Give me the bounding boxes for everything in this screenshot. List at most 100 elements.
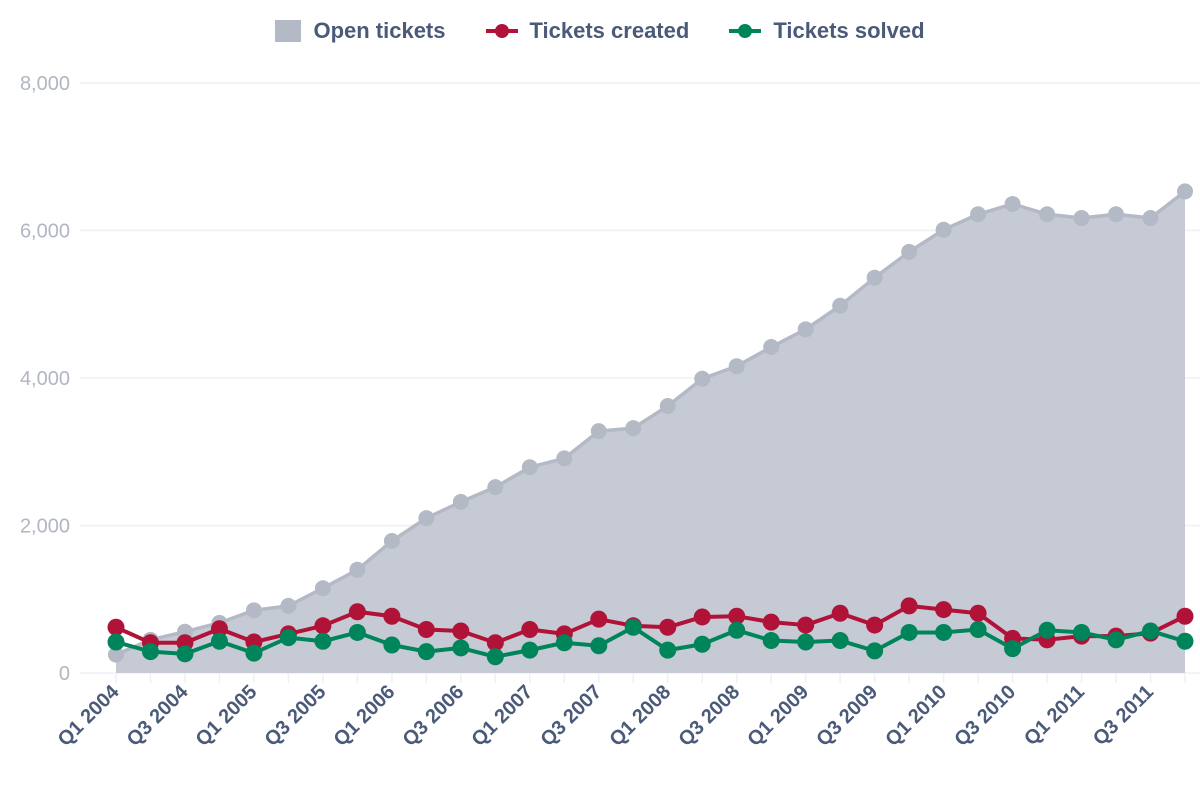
tickets-created-point: [107, 618, 125, 636]
open-tickets-point: [314, 580, 331, 597]
open-tickets-point: [659, 398, 676, 415]
x-tick-label: Q3 2005: [261, 681, 331, 751]
tickets-created-point: [314, 617, 332, 635]
x-tick-label: Q3 2008: [674, 681, 744, 751]
tickets-solved-point: [1176, 632, 1194, 650]
tickets-created-point: [935, 601, 953, 619]
tickets-created-point: [866, 616, 884, 634]
tickets-solved-point: [176, 645, 194, 663]
y-tick-label: 6,000: [20, 221, 70, 243]
open-tickets-point: [1142, 209, 1159, 226]
open-tickets-point: [1177, 183, 1193, 200]
y-tick-label: 2,000: [20, 516, 70, 538]
open-tickets-point: [280, 597, 297, 614]
open-tickets-point: [1004, 195, 1021, 212]
tickets-solved-point: [866, 642, 884, 660]
open-tickets-point: [1073, 209, 1090, 226]
tickets-solved-point: [107, 633, 125, 651]
tickets-created-point: [762, 613, 780, 631]
tickets-solved-point: [728, 621, 746, 639]
tickets-solved-point: [1038, 621, 1056, 639]
tickets-created-point: [831, 604, 849, 622]
tickets-solved-point: [452, 639, 470, 657]
x-tick-label: Q3 2011: [1089, 681, 1158, 750]
open-tickets-point: [383, 532, 400, 549]
tickets-created-point: [348, 603, 366, 621]
tickets-solved-point: [590, 637, 608, 655]
tickets-solved-point: [762, 632, 780, 650]
tickets-solved-point: [935, 623, 953, 641]
tickets-created-point: [797, 616, 815, 634]
open-tickets-point: [901, 243, 918, 260]
open-tickets-point: [832, 297, 849, 314]
x-tick-label: Q3 2006: [399, 681, 469, 751]
open-tickets-point: [452, 493, 469, 510]
open-tickets-point: [694, 370, 711, 387]
tickets-created-point: [590, 610, 608, 628]
x-tick-label: Q3 2004: [123, 680, 193, 750]
x-tick-label: Q1 2009: [743, 681, 813, 751]
tickets-solved-point: [900, 623, 918, 641]
x-tick-label: Q3 2007: [536, 681, 606, 751]
tickets-solved-point: [659, 641, 677, 659]
tickets-solved-point: [279, 629, 297, 647]
open-tickets-point: [763, 339, 780, 356]
x-tick-label: Q3 2010: [950, 681, 1020, 751]
open-tickets-point: [349, 561, 366, 578]
tickets-solved-point: [245, 644, 263, 662]
tickets-solved-point: [417, 643, 435, 661]
tickets-created-point: [900, 597, 918, 615]
x-tick-label: Q1 2011: [1020, 681, 1089, 750]
tickets-solved-point: [797, 633, 815, 651]
open-tickets-point: [487, 479, 504, 496]
open-tickets-area: [116, 191, 1185, 673]
open-tickets-point: [935, 221, 952, 238]
open-tickets-point: [418, 510, 435, 527]
tickets-solved-point: [1073, 623, 1091, 641]
y-axis: 0 2,000 4,000 6,000 8,000: [20, 73, 70, 685]
tickets-created-point: [693, 608, 711, 626]
tickets-solved-point: [521, 641, 539, 659]
tickets-created-point: [383, 607, 401, 625]
tickets-solved-point: [555, 634, 573, 652]
tickets-solved-point: [141, 643, 159, 661]
tickets-created-point: [1176, 607, 1194, 625]
tickets-chart: 02,0004,0006,0008,000 Q1 2004 Q3 2004 Q1 2…: [20, 73, 1200, 751]
y-tick-label: 0: [59, 663, 70, 685]
x-tick-label: Q1 2005: [192, 681, 262, 751]
x-tick-label: Q1 2007: [468, 681, 538, 751]
tickets-solved-point: [1004, 640, 1022, 658]
tickets-created-point: [659, 618, 677, 636]
tickets-solved-point: [693, 635, 711, 653]
tickets-solved-point: [831, 632, 849, 650]
tickets-solved-point: [969, 620, 987, 638]
open-tickets-point: [970, 206, 987, 223]
tickets-solved-point: [1107, 631, 1125, 649]
open-tickets-point: [556, 450, 573, 467]
tickets-solved-point: [348, 623, 366, 641]
x-tick-label: Q1 2008: [605, 681, 675, 751]
tickets-solved-point: [314, 632, 332, 650]
open-tickets-point: [1039, 206, 1056, 223]
open-tickets-point: [590, 423, 607, 440]
tickets-solved-point: [624, 618, 642, 636]
tickets-solved-point: [486, 648, 504, 666]
tickets-solved-point: [210, 632, 228, 650]
tickets-created-point: [417, 620, 435, 638]
x-tick-label: Q1 2010: [881, 681, 951, 751]
tickets-created-point: [521, 620, 539, 638]
open-tickets-point: [245, 602, 262, 619]
tickets-created-point: [969, 604, 987, 622]
x-axis: Q1 2004 Q3 2004 Q1 2005 Q3 2005 Q1 2006 Q3 20…: [54, 673, 1186, 751]
open-tickets-point: [1108, 206, 1125, 223]
open-tickets-point: [866, 269, 883, 286]
open-tickets-point: [728, 358, 745, 375]
open-tickets-point: [521, 459, 538, 476]
open-tickets-point: [797, 321, 814, 338]
tickets-created-point: [452, 622, 470, 640]
x-tick-label: Q3 2009: [812, 681, 882, 751]
x-tick-label: Q1 2006: [330, 681, 400, 751]
y-tick-label: 8,000: [20, 73, 70, 95]
tickets-solved-point: [383, 636, 401, 654]
tickets-solved-point: [1142, 622, 1160, 640]
